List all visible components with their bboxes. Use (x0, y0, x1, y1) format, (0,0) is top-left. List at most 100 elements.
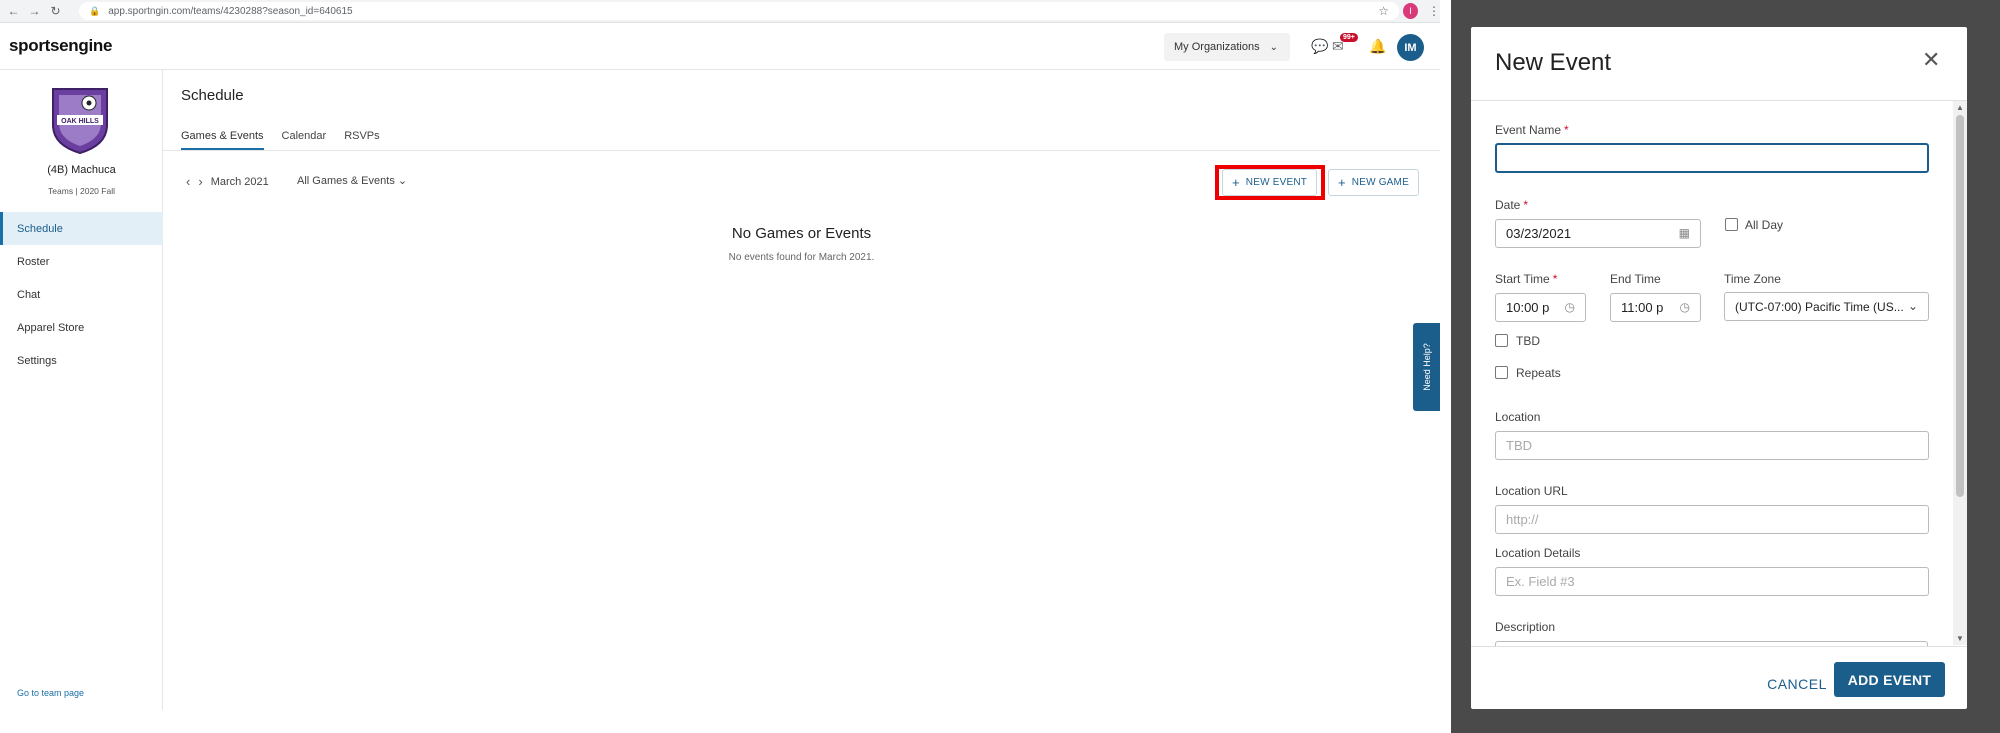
tab-calendar[interactable]: Calendar (282, 130, 327, 150)
location-url-label: Location URL (1495, 484, 1568, 498)
schedule-tabs: Games & Events Calendar RSVPs (181, 130, 398, 150)
tab-rsvps[interactable]: RSVPs (344, 130, 379, 150)
new-event-button[interactable]: + NEW EVENT (1222, 169, 1318, 196)
modal-title: New Event (1495, 49, 1612, 76)
tbd-checkbox[interactable] (1495, 334, 1508, 347)
previous-month-icon[interactable]: ‹ (186, 174, 190, 189)
repeats-label: Repeats (1516, 366, 1561, 380)
scroll-up-icon[interactable]: ▲ (1956, 103, 1964, 112)
org-dropdown-label: My Organizations (1174, 41, 1260, 53)
star-icon[interactable]: ☆ (1378, 4, 1389, 18)
filter-label: All Games & Events (297, 175, 395, 187)
new-event-modal: New Event ✕ ▲ ▼ Event Name * Date * 03/23/… (1471, 27, 1967, 709)
svg-text:OAK HILLS: OAK HILLS (61, 118, 99, 125)
time-zone-select[interactable]: (UTC-07:00) Pacific Time (US... ⌄ (1724, 292, 1929, 321)
browser-profile-avatar[interactable]: I (1403, 3, 1418, 19)
location-details-label: Location Details (1495, 546, 1581, 560)
modal-header-divider (1471, 100, 1967, 101)
forward-icon[interactable]: → (27, 3, 42, 19)
current-month: March 2021 (210, 175, 269, 188)
event-name-label: Event Name * (1495, 123, 1569, 137)
chat-icon[interactable]: 💬 (1311, 38, 1328, 55)
sidebar-item-schedule[interactable]: Schedule (0, 212, 163, 245)
start-time-input[interactable]: 10:00 p ◷ (1495, 293, 1586, 322)
time-zone-value: (UTC-07:00) Pacific Time (US... (1735, 299, 1904, 314)
clock-icon: ◷ (1679, 300, 1690, 314)
modal-footer-divider (1471, 646, 1967, 647)
start-time-label: Start Time * (1495, 272, 1558, 286)
time-zone-label: Time Zone (1724, 272, 1781, 286)
team-name: (4B) Machuca (47, 164, 116, 176)
date-label: Date * (1495, 198, 1529, 212)
modal-scrollbar[interactable]: ▲ ▼ (1953, 101, 1967, 645)
scroll-down-icon[interactable]: ▼ (1956, 634, 1964, 643)
date-value: 03/23/2021 (1506, 226, 1572, 241)
bell-icon[interactable]: 🔔 (1369, 38, 1386, 55)
new-event-label: NEW EVENT (1245, 177, 1308, 188)
tab-games-events[interactable]: Games & Events (181, 130, 264, 150)
next-month-icon[interactable]: › (198, 174, 202, 189)
reload-icon[interactable]: ↻ (48, 3, 63, 19)
location-details-placeholder: Ex. Field #3 (1506, 574, 1575, 589)
sidebar-item-chat[interactable]: Chat (0, 278, 163, 311)
need-help-tab[interactable]: Need Help? (1413, 323, 1440, 411)
new-game-button[interactable]: + NEW GAME (1328, 169, 1419, 196)
description-label: Description (1495, 620, 1556, 634)
scrollbar-thumb[interactable] (1956, 115, 1964, 497)
sidebar: OAK HILLS (4B) Machuca Teams | 2020 Fall… (0, 70, 163, 710)
sidebar-item-label: Settings (17, 354, 57, 367)
event-name-input[interactable] (1495, 143, 1929, 173)
page-title: Schedule (181, 87, 244, 104)
go-to-team-page-link[interactable]: Go to team page (17, 688, 84, 698)
end-time-value: 11:00 p (1621, 300, 1664, 315)
close-icon[interactable]: ✕ (1922, 47, 1940, 73)
chevron-down-icon: ⌄ (1269, 41, 1278, 53)
new-game-label: NEW GAME (1351, 177, 1409, 188)
team-crest-logo: OAK HILLS (52, 88, 108, 155)
location-placeholder: TBD (1506, 438, 1532, 453)
date-input[interactable]: 03/23/2021 ▦ (1495, 219, 1701, 248)
empty-state-subtitle: No events found for March 2021. (728, 252, 875, 263)
my-organizations-dropdown[interactable]: My Organizations ⌄ (1164, 33, 1290, 61)
location-label: Location (1495, 410, 1541, 424)
lock-icon: 🔒 (89, 5, 101, 16)
month-navigator: ‹ › March 2021 (186, 174, 269, 189)
repeats-checkbox[interactable] (1495, 366, 1508, 379)
sidebar-item-label: Schedule (17, 222, 63, 235)
clock-icon: ◷ (1564, 300, 1575, 314)
chevron-down-icon: ⌄ (397, 175, 408, 187)
tbd-label: TBD (1516, 334, 1540, 348)
end-time-label: End Time (1610, 272, 1661, 286)
end-time-input[interactable]: 11:00 p ◷ (1610, 293, 1701, 322)
plus-icon: + (1338, 175, 1346, 190)
empty-state-title: No Games or Events (731, 225, 872, 242)
sidebar-item-label: Chat (17, 288, 41, 301)
calendar-icon[interactable]: ▦ (1679, 226, 1690, 240)
team-subtitle: Teams | 2020 Fall (48, 186, 115, 196)
location-details-input[interactable]: Ex. Field #3 (1495, 567, 1929, 596)
all-day-checkbox[interactable] (1725, 218, 1738, 231)
cancel-button[interactable]: CANCEL (1761, 667, 1833, 701)
location-input[interactable]: TBD (1495, 431, 1929, 460)
browser-menu-icon[interactable]: ⋮ (1428, 4, 1440, 18)
sidebar-item-label: Apparel Store (17, 321, 85, 334)
location-url-placeholder: http:// (1506, 512, 1539, 527)
add-event-button[interactable]: ADD EVENT (1834, 662, 1945, 697)
plus-icon: + (1232, 175, 1240, 190)
location-url-input[interactable]: http:// (1495, 505, 1929, 534)
sidebar-item-roster[interactable]: Roster (0, 245, 163, 278)
url-text: app.sportngin.com/teams/4230288?season_i… (108, 5, 353, 17)
start-time-value: 10:00 p (1506, 300, 1550, 315)
back-icon[interactable]: ← (6, 3, 21, 19)
browser-toolbar: ← → ↻ 🔒 app.sportngin.com/teams/4230288?… (0, 0, 1440, 23)
sidebar-item-apparel-store[interactable]: Apparel Store (0, 311, 163, 344)
sportsengine-logo[interactable]: sportsengine (9, 36, 112, 56)
sidebar-item-settings[interactable]: Settings (0, 344, 163, 377)
all-day-label: All Day (1745, 218, 1784, 232)
games-events-filter-dropdown[interactable]: All Games & Events ⌄ (297, 174, 407, 187)
tabs-divider (163, 150, 1440, 151)
app-header: sportsengine My Organizations ⌄ 💬 ✉ 99+ … (0, 23, 1440, 70)
address-bar[interactable]: 🔒 app.sportngin.com/teams/4230288?season… (79, 2, 1399, 20)
user-avatar[interactable]: IM (1397, 34, 1424, 61)
mail-badge: 99+ (1340, 33, 1358, 42)
